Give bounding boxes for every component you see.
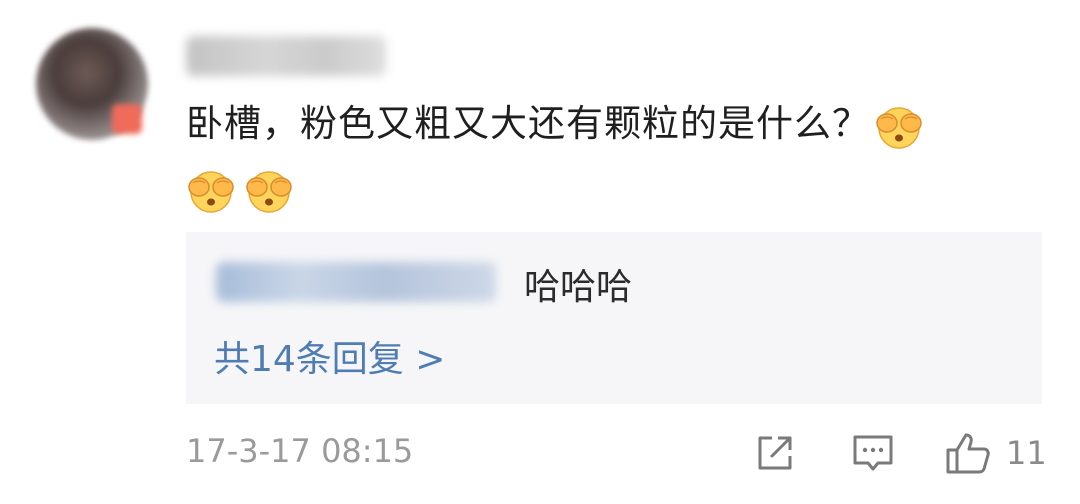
share-icon xyxy=(758,436,792,470)
comment-body: 卧槽，粉色又粗又大还有颗粒的是什么？ xyxy=(186,92,1056,220)
comment-icon xyxy=(853,435,893,471)
view-replies-link[interactable]: 共14条回复 > xyxy=(214,330,445,382)
comment-timestamp: 17-3-17 08:15 xyxy=(186,432,414,470)
see-no-evil-face-emoji xyxy=(246,170,292,213)
username-blurred[interactable] xyxy=(186,36,386,76)
thumbs-up-icon xyxy=(946,433,990,474)
reply-username-blurred[interactable] xyxy=(216,262,496,302)
like-button[interactable]: 11 xyxy=(944,430,1054,476)
comment-button[interactable] xyxy=(850,430,896,476)
reply-text: 哈哈哈 xyxy=(524,267,633,308)
share-button[interactable] xyxy=(752,430,798,476)
comment-text: 卧槽，粉色又粗又大还有颗粒的是什么？ xyxy=(186,102,870,145)
see-no-evil-face-emoji xyxy=(188,170,234,213)
like-count: 11 xyxy=(1006,434,1047,472)
see-no-evil-face-emoji xyxy=(876,106,922,149)
reply-preview[interactable]: 哈哈哈 共14条回复 > xyxy=(186,232,1042,404)
comment-card: 卧槽，粉色又粗又大还有颗粒的是什么？ 哈哈哈 共14条回复 > 17-3-17 … xyxy=(0,0,1080,504)
avatar-badge xyxy=(112,104,142,134)
